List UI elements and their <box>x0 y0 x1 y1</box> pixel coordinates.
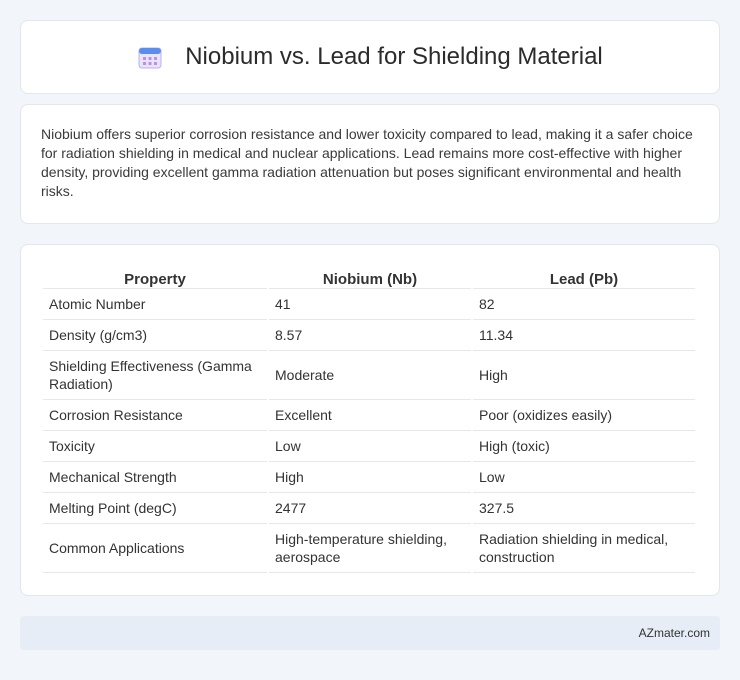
table-row: Atomic Number 41 82 <box>43 289 695 320</box>
lead-cell: Radiation shielding in medical, construc… <box>473 524 695 573</box>
lead-cell: 11.34 <box>473 320 695 351</box>
column-header-lead: Lead (Pb) <box>473 265 695 289</box>
table-row: Mechanical Strength High Low <box>43 462 695 493</box>
lead-cell: High <box>473 351 695 400</box>
property-cell: Shielding Effectiveness (Gamma Radiation… <box>43 351 267 400</box>
column-header-niobium: Niobium (Nb) <box>269 265 471 289</box>
table-row: Density (g/cm3) 8.57 11.34 <box>43 320 695 351</box>
niobium-cell: Moderate <box>269 351 471 400</box>
summary-text: Niobium offers superior corrosion resist… <box>41 126 693 199</box>
table-row: Melting Point (degC) 2477 327.5 <box>43 493 695 524</box>
table-row: Common Applications High-temperature shi… <box>43 524 695 573</box>
property-cell: Melting Point (degC) <box>43 493 267 524</box>
footer-bar: AZmater.com <box>20 616 720 650</box>
column-header-property: Property <box>43 265 267 289</box>
niobium-cell: Low <box>269 431 471 462</box>
calendar-icon <box>138 47 162 69</box>
property-cell: Toxicity <box>43 431 267 462</box>
niobium-cell: 2477 <box>269 493 471 524</box>
property-cell: Corrosion Resistance <box>43 400 267 431</box>
lead-cell: Poor (oxidizes easily) <box>473 400 695 431</box>
niobium-cell: Excellent <box>269 400 471 431</box>
table-row: Shielding Effectiveness (Gamma Radiation… <box>43 351 695 400</box>
lead-cell: 82 <box>473 289 695 320</box>
comparison-card: Property Niobium (Nb) Lead (Pb) Atomic N… <box>20 244 720 596</box>
summary-card: Niobium offers superior corrosion resist… <box>20 104 720 224</box>
property-cell: Density (g/cm3) <box>43 320 267 351</box>
footer-brand[interactable]: AZmater.com <box>639 626 710 640</box>
table-header-row: Property Niobium (Nb) Lead (Pb) <box>43 265 695 289</box>
title-card: Niobium vs. Lead for Shielding Material <box>20 20 720 94</box>
niobium-cell: High-temperature shielding, aerospace <box>269 524 471 573</box>
comparison-table: Property Niobium (Nb) Lead (Pb) Atomic N… <box>41 265 697 573</box>
lead-cell: 327.5 <box>473 493 695 524</box>
property-cell: Atomic Number <box>43 289 267 320</box>
lead-cell: High (toxic) <box>473 431 695 462</box>
page-title: Niobium vs. Lead for Shielding Material <box>185 43 603 70</box>
niobium-cell: 41 <box>269 289 471 320</box>
niobium-cell: High <box>269 462 471 493</box>
table-row: Toxicity Low High (toxic) <box>43 431 695 462</box>
lead-cell: Low <box>473 462 695 493</box>
property-cell: Common Applications <box>43 524 267 573</box>
niobium-cell: 8.57 <box>269 320 471 351</box>
table-row: Corrosion Resistance Excellent Poor (oxi… <box>43 400 695 431</box>
property-cell: Mechanical Strength <box>43 462 267 493</box>
